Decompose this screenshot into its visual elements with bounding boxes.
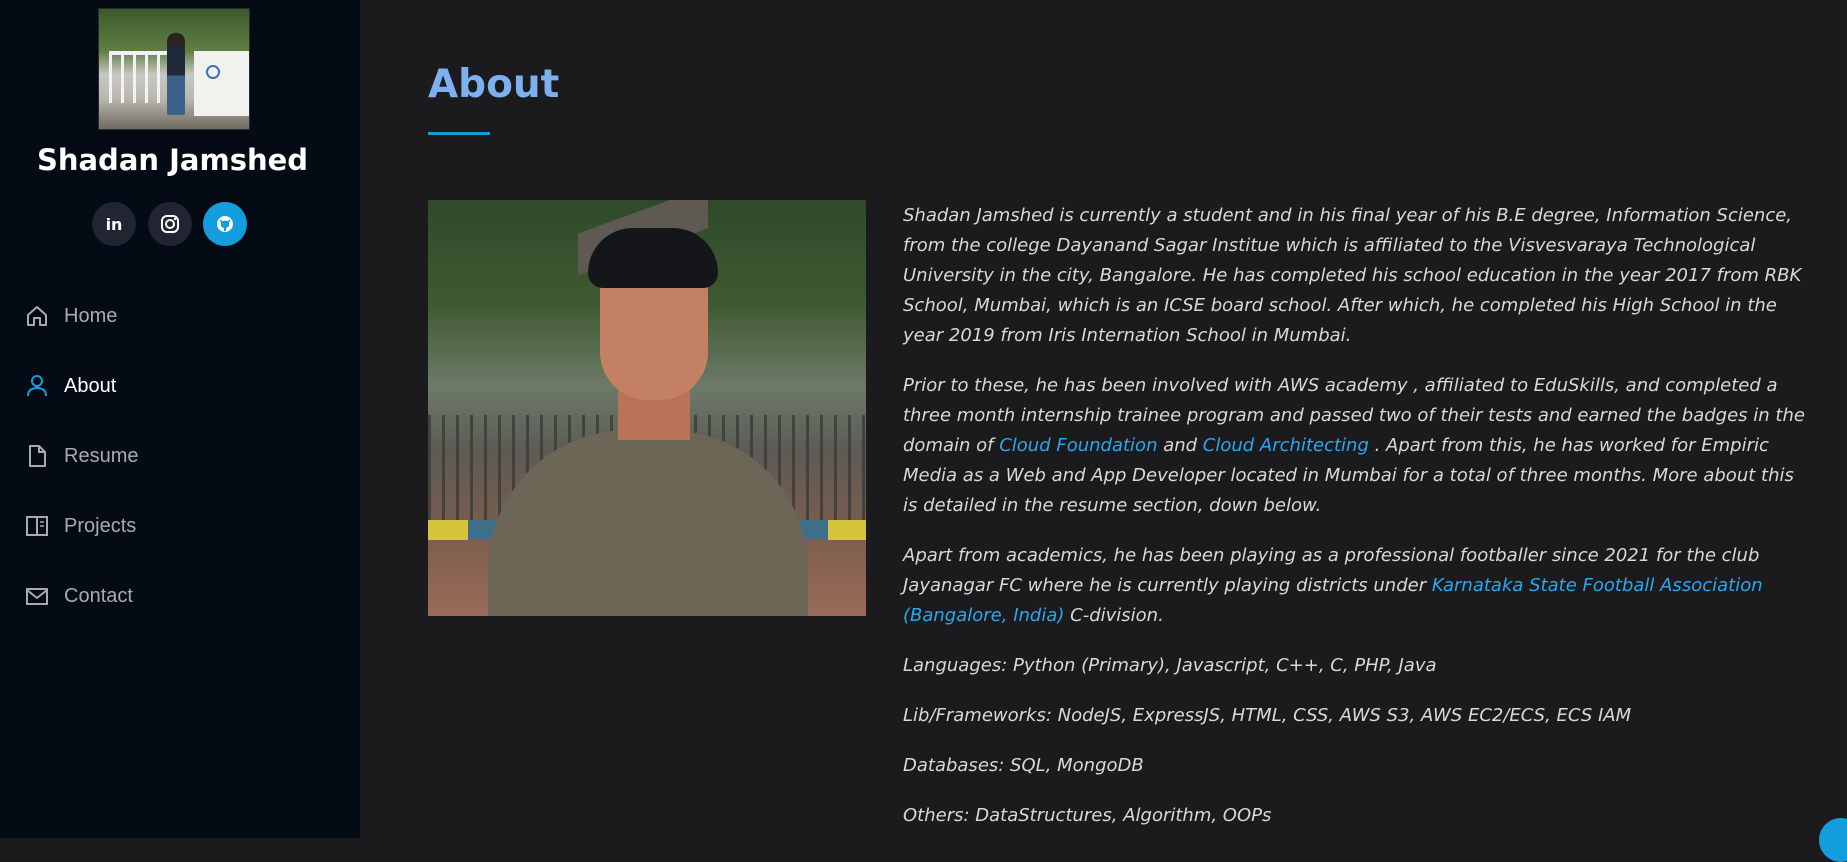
frameworks-line: Lib/Frameworks: NodeJS, ExpressJS, HTML,… (903, 705, 1632, 726)
instagram-icon[interactable] (148, 202, 192, 246)
nav-item-projects[interactable]: Projects (24, 510, 136, 542)
person-icon (24, 373, 50, 399)
photo-sign-emblem (206, 65, 220, 79)
home-icon (24, 303, 50, 329)
nav-label-resume: Resume (64, 444, 139, 467)
book-icon (24, 513, 50, 539)
profile-name: Shadan Jamshed (36, 143, 309, 177)
github-icon[interactable] (203, 202, 247, 246)
bio-paragraph-2: Prior to these, he has been involved wit… (903, 371, 1813, 521)
photo-hair (588, 228, 718, 288)
bio-p2-mid: and (1157, 435, 1203, 456)
main-content: About Shadan Jamshed is currently a stud… (360, 0, 1847, 838)
nav-label-projects: Projects (64, 514, 137, 537)
github-glyph (217, 216, 233, 232)
cloud-foundation-link[interactable]: Cloud Foundation (999, 435, 1157, 456)
cloud-architecting-link[interactable]: Cloud Architecting (1203, 435, 1369, 456)
languages-line: Languages: Python (Primary), Javascript,… (903, 655, 1437, 676)
nav-item-resume[interactable]: Resume (24, 440, 138, 472)
profile-photo (98, 8, 250, 130)
instagram-glyph (161, 215, 179, 233)
about-text: Shadan Jamshed is currently a student an… (903, 201, 1813, 851)
bio-p3-end: C-division. (1064, 605, 1164, 626)
nav-item-about[interactable]: About (24, 370, 116, 402)
nav-label-home: Home (64, 304, 118, 327)
sidebar: Shadan Jamshed in Home About Resume Proj… (0, 0, 360, 838)
about-photo (428, 200, 866, 616)
photo-person (167, 33, 185, 115)
nav-item-contact[interactable]: Contact (24, 580, 133, 612)
title-underline (428, 132, 490, 135)
nav-label-contact: Contact (64, 584, 133, 607)
linkedin-icon[interactable]: in (92, 202, 136, 246)
bio-paragraph-1: Shadan Jamshed is currently a student an… (903, 205, 1802, 346)
envelope-icon (24, 583, 50, 609)
file-icon (24, 443, 50, 469)
section-title: About (428, 62, 560, 107)
photo-sign (194, 51, 249, 116)
others-line: Others: DataStructures, Algorithm, OOPs (903, 805, 1272, 826)
nav-item-home[interactable]: Home (24, 300, 117, 332)
databases-line: Databases: SQL, MongoDB (903, 755, 1144, 776)
bio-paragraph-3: Apart from academics, he has been playin… (903, 541, 1813, 631)
nav-label-about: About (64, 374, 117, 397)
